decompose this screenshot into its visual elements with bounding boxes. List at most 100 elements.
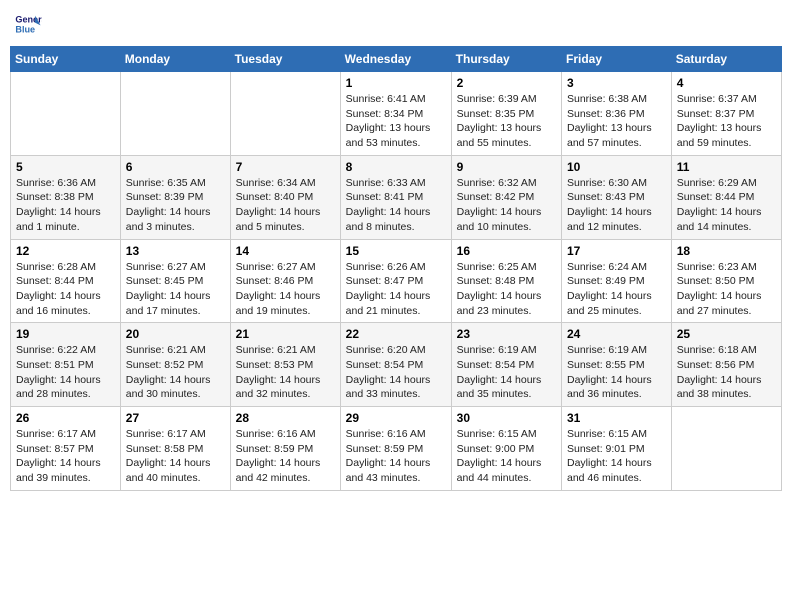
day-info: Sunrise: 6:16 AM Sunset: 8:59 PM Dayligh… (346, 427, 446, 486)
logo-icon: General Blue (14, 10, 42, 38)
day-number: 20 (126, 327, 225, 341)
day-info: Sunrise: 6:32 AM Sunset: 8:42 PM Dayligh… (457, 176, 556, 235)
day-cell: 6 Sunrise: 6:35 AM Sunset: 8:39 PM Daylig… (120, 155, 230, 239)
day-info: Sunrise: 6:34 AM Sunset: 8:40 PM Dayligh… (236, 176, 335, 235)
day-cell: 21 Sunrise: 6:21 AM Sunset: 8:53 PM Dayli… (230, 323, 340, 407)
day-info: Sunrise: 6:37 AM Sunset: 8:37 PM Dayligh… (677, 92, 776, 151)
day-info: Sunrise: 6:15 AM Sunset: 9:00 PM Dayligh… (457, 427, 556, 486)
day-info: Sunrise: 6:18 AM Sunset: 8:56 PM Dayligh… (677, 343, 776, 402)
day-number: 11 (677, 160, 776, 174)
day-number: 7 (236, 160, 335, 174)
day-number: 13 (126, 244, 225, 258)
day-number: 23 (457, 327, 556, 341)
day-info: Sunrise: 6:38 AM Sunset: 8:36 PM Dayligh… (567, 92, 666, 151)
day-info: Sunrise: 6:33 AM Sunset: 8:41 PM Dayligh… (346, 176, 446, 235)
day-cell: 3 Sunrise: 6:38 AM Sunset: 8:36 PM Daylig… (562, 72, 672, 156)
day-cell (11, 72, 121, 156)
day-info: Sunrise: 6:28 AM Sunset: 8:44 PM Dayligh… (16, 260, 115, 319)
day-info: Sunrise: 6:27 AM Sunset: 8:46 PM Dayligh… (236, 260, 335, 319)
day-cell: 4Sunrise: 6:37 AM Sunset: 8:37 PM Daylig… (671, 72, 781, 156)
day-cell (671, 407, 781, 491)
weekday-header-row: SundayMondayTuesdayWednesdayThursdayFrid… (11, 47, 782, 72)
day-cell: 5 Sunrise: 6:36 AM Sunset: 8:38 PM Daylig… (11, 155, 121, 239)
day-info: Sunrise: 6:25 AM Sunset: 8:48 PM Dayligh… (457, 260, 556, 319)
day-cell: 26 Sunrise: 6:17 AM Sunset: 8:57 PM Dayli… (11, 407, 121, 491)
week-row-3: 12 Sunrise: 6:28 AM Sunset: 8:44 PM Dayli… (11, 239, 782, 323)
day-info: Sunrise: 6:30 AM Sunset: 8:43 PM Dayligh… (567, 176, 666, 235)
day-cell: 27 Sunrise: 6:17 AM Sunset: 8:58 PM Dayli… (120, 407, 230, 491)
day-info: Sunrise: 6:27 AM Sunset: 8:45 PM Dayligh… (126, 260, 225, 319)
week-row-1: 1Sunrise: 6:41 AM Sunset: 8:34 PM Daylig… (11, 72, 782, 156)
day-cell (120, 72, 230, 156)
day-number: 29 (346, 411, 446, 425)
day-cell: 1Sunrise: 6:41 AM Sunset: 8:34 PM Daylig… (340, 72, 451, 156)
calendar-table: SundayMondayTuesdayWednesdayThursdayFrid… (10, 46, 782, 491)
day-number: 21 (236, 327, 335, 341)
weekday-header-tuesday: Tuesday (230, 47, 340, 72)
day-cell: 31 Sunrise: 6:15 AM Sunset: 9:01 PM Dayli… (562, 407, 672, 491)
day-cell: 16Sunrise: 6:25 AM Sunset: 8:48 PM Dayli… (451, 239, 561, 323)
day-number: 2 (457, 76, 556, 90)
day-cell: 20 Sunrise: 6:21 AM Sunset: 8:52 PM Dayli… (120, 323, 230, 407)
day-cell: 19Sunrise: 6:22 AM Sunset: 8:51 PM Dayli… (11, 323, 121, 407)
weekday-header-saturday: Saturday (671, 47, 781, 72)
day-number: 3 (567, 76, 666, 90)
day-cell: 14 Sunrise: 6:27 AM Sunset: 8:46 PM Dayli… (230, 239, 340, 323)
weekday-header-friday: Friday (562, 47, 672, 72)
day-info: Sunrise: 6:21 AM Sunset: 8:52 PM Dayligh… (126, 343, 225, 402)
day-cell: 2 Sunrise: 6:39 AM Sunset: 8:35 PM Daylig… (451, 72, 561, 156)
week-row-5: 26 Sunrise: 6:17 AM Sunset: 8:57 PM Dayli… (11, 407, 782, 491)
weekday-header-thursday: Thursday (451, 47, 561, 72)
week-row-2: 5 Sunrise: 6:36 AM Sunset: 8:38 PM Daylig… (11, 155, 782, 239)
day-cell: 30 Sunrise: 6:15 AM Sunset: 9:00 PM Dayli… (451, 407, 561, 491)
day-info: Sunrise: 6:23 AM Sunset: 8:50 PM Dayligh… (677, 260, 776, 319)
day-cell: 15 Sunrise: 6:26 AM Sunset: 8:47 PM Dayli… (340, 239, 451, 323)
day-number: 18 (677, 244, 776, 258)
day-number: 5 (16, 160, 115, 174)
day-number: 28 (236, 411, 335, 425)
day-info: Sunrise: 6:39 AM Sunset: 8:35 PM Dayligh… (457, 92, 556, 151)
day-number: 15 (346, 244, 446, 258)
day-cell: 11 Sunrise: 6:29 AM Sunset: 8:44 PM Dayli… (671, 155, 781, 239)
day-number: 8 (346, 160, 446, 174)
day-cell: 28 Sunrise: 6:16 AM Sunset: 8:59 PM Dayli… (230, 407, 340, 491)
day-info: Sunrise: 6:41 AM Sunset: 8:34 PM Dayligh… (346, 92, 446, 151)
day-number: 10 (567, 160, 666, 174)
day-number: 27 (126, 411, 225, 425)
day-number: 6 (126, 160, 225, 174)
day-info: Sunrise: 6:29 AM Sunset: 8:44 PM Dayligh… (677, 176, 776, 235)
day-number: 30 (457, 411, 556, 425)
day-cell: 23Sunrise: 6:19 AM Sunset: 8:54 PM Dayli… (451, 323, 561, 407)
day-number: 22 (346, 327, 446, 341)
day-info: Sunrise: 6:17 AM Sunset: 8:58 PM Dayligh… (126, 427, 225, 486)
day-cell: 18 Sunrise: 6:23 AM Sunset: 8:50 PM Dayli… (671, 239, 781, 323)
day-number: 24 (567, 327, 666, 341)
day-info: Sunrise: 6:24 AM Sunset: 8:49 PM Dayligh… (567, 260, 666, 319)
page-header: General Blue (10, 10, 782, 38)
day-number: 12 (16, 244, 115, 258)
day-cell (230, 72, 340, 156)
day-info: Sunrise: 6:36 AM Sunset: 8:38 PM Dayligh… (16, 176, 115, 235)
day-cell: 24 Sunrise: 6:19 AM Sunset: 8:55 PM Dayli… (562, 323, 672, 407)
day-info: Sunrise: 6:17 AM Sunset: 8:57 PM Dayligh… (16, 427, 115, 486)
day-info: Sunrise: 6:15 AM Sunset: 9:01 PM Dayligh… (567, 427, 666, 486)
day-info: Sunrise: 6:19 AM Sunset: 8:55 PM Dayligh… (567, 343, 666, 402)
day-number: 31 (567, 411, 666, 425)
svg-text:Blue: Blue (15, 24, 35, 34)
day-info: Sunrise: 6:20 AM Sunset: 8:54 PM Dayligh… (346, 343, 446, 402)
day-number: 14 (236, 244, 335, 258)
day-info: Sunrise: 6:35 AM Sunset: 8:39 PM Dayligh… (126, 176, 225, 235)
day-info: Sunrise: 6:16 AM Sunset: 8:59 PM Dayligh… (236, 427, 335, 486)
weekday-header-monday: Monday (120, 47, 230, 72)
day-cell: 17Sunrise: 6:24 AM Sunset: 8:49 PM Dayli… (562, 239, 672, 323)
weekday-header-wednesday: Wednesday (340, 47, 451, 72)
day-number: 25 (677, 327, 776, 341)
day-cell: 25 Sunrise: 6:18 AM Sunset: 8:56 PM Dayli… (671, 323, 781, 407)
day-number: 26 (16, 411, 115, 425)
day-cell: 9Sunrise: 6:32 AM Sunset: 8:42 PM Daylig… (451, 155, 561, 239)
day-info: Sunrise: 6:21 AM Sunset: 8:53 PM Dayligh… (236, 343, 335, 402)
logo: General Blue (14, 10, 44, 38)
day-info: Sunrise: 6:26 AM Sunset: 8:47 PM Dayligh… (346, 260, 446, 319)
day-cell: 13 Sunrise: 6:27 AM Sunset: 8:45 PM Dayli… (120, 239, 230, 323)
day-cell: 22 Sunrise: 6:20 AM Sunset: 8:54 PM Dayli… (340, 323, 451, 407)
